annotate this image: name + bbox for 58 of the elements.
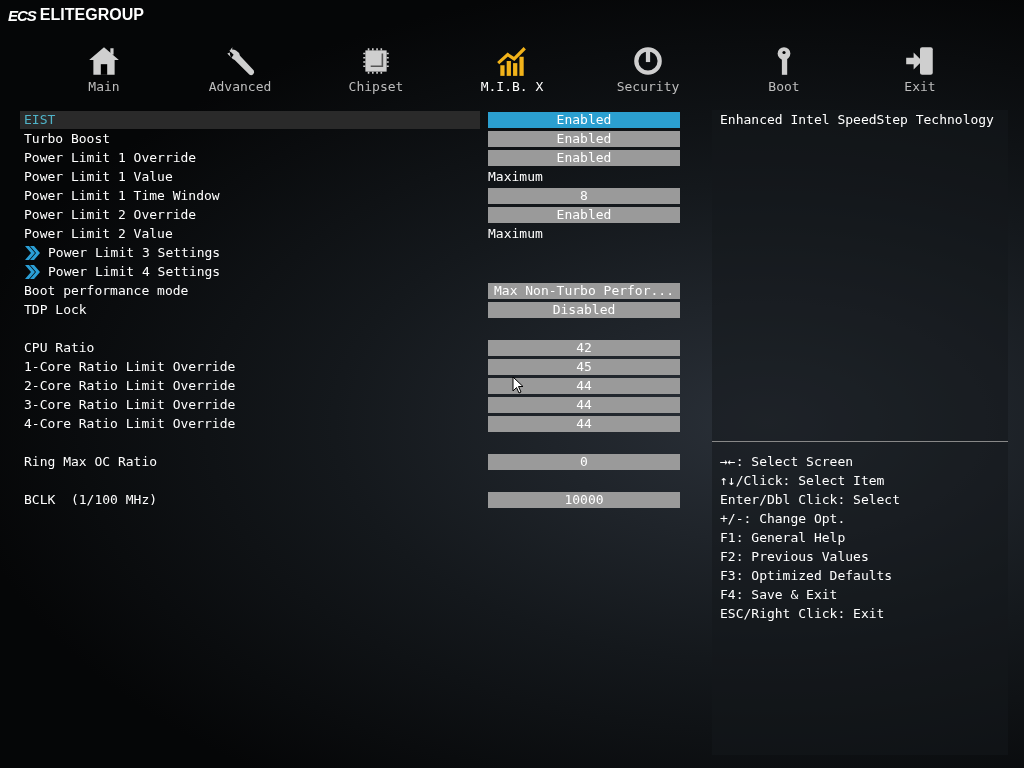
setting-label: CPU Ratio: [23, 339, 96, 357]
key-hint: F1: General Help: [720, 529, 847, 547]
option-value-field[interactable]: 8: [488, 187, 680, 204]
option-value-field[interactable]: 44: [488, 396, 680, 413]
key-hint: +/-: Change Opt.: [720, 510, 847, 528]
key-hint: ↑↓/Click: Select Item: [720, 472, 886, 490]
menu-tab[interactable]: Main: [36, 26, 172, 104]
setting-label: 4-Core Ratio Limit Override: [23, 415, 237, 433]
key-hint: F2: Previous Values: [720, 548, 870, 566]
key-hint: ESC/Right Click: Exit: [720, 605, 886, 623]
option-value-field[interactable]: Enabled: [488, 206, 680, 223]
setting-label: BCLK (1/100 MHz): [23, 491, 159, 509]
option-value-field[interactable]: 42: [488, 339, 680, 356]
menu-tab[interactable]: Chipset: [308, 26, 444, 104]
menu-tab[interactable]: Security: [580, 26, 716, 104]
brand-name: ELITEGROUP: [39, 6, 144, 24]
option-value-field[interactable]: Enabled: [488, 130, 680, 147]
setting-label: Power Limit 1 Override: [23, 149, 198, 167]
setting-label: Boot performance mode: [23, 282, 190, 300]
setting-value: Maximum: [488, 169, 544, 184]
menu-tab[interactable]: Boot: [716, 26, 852, 104]
option-value-field[interactable]: 0: [488, 453, 680, 470]
option-value-field[interactable]: 44: [488, 377, 680, 394]
setting-label: 2-Core Ratio Limit Override: [23, 377, 237, 395]
setting-label: Power Limit 2 Override: [23, 206, 198, 224]
key-hint: F3: Optimized Defaults: [720, 567, 894, 585]
mouse-pointer-icon: [512, 376, 524, 394]
double-chevron-icon: [24, 264, 40, 279]
setting-label: Ring Max OC Ratio: [23, 453, 159, 471]
menu-tab[interactable]: Advanced: [172, 26, 308, 104]
double-chevron-icon: [24, 245, 40, 260]
option-value-field[interactable]: Max Non-Turbo Perfor...: [488, 282, 680, 299]
menu-tab[interactable]: Exit: [852, 26, 988, 104]
setting-label: EIST: [20, 110, 480, 129]
option-value-field[interactable]: Disabled: [488, 301, 680, 318]
key-hint: →←: Select Screen: [720, 453, 855, 471]
setting-label: Power Limit 1 Value: [23, 168, 174, 186]
help-description: Enhanced Intel SpeedStep Technology: [719, 111, 995, 129]
submenu-link[interactable]: Power Limit 3 Settings: [20, 243, 480, 262]
menu-tab[interactable]: M.I.B. X: [444, 26, 580, 104]
logo: ECS: [8, 6, 36, 24]
chart-icon: [495, 44, 529, 78]
option-value-field[interactable]: 44: [488, 415, 680, 432]
setting-label: Turbo Boost: [23, 130, 112, 148]
setting-value: Maximum: [488, 226, 544, 241]
setting-label: Power Limit 1 Time Window: [23, 187, 221, 205]
key-hint: Enter/Dbl Click: Select: [720, 491, 901, 509]
option-value-field[interactable]: Enabled: [488, 149, 680, 166]
option-value-field[interactable]: 10000: [488, 491, 680, 508]
setting-label: 3-Core Ratio Limit Override: [23, 396, 237, 414]
option-value-field[interactable]: 45: [488, 358, 680, 375]
setting-label: Power Limit 2 Value: [23, 225, 174, 243]
setting-label: 1-Core Ratio Limit Override: [23, 358, 237, 376]
key-hint: F4: Save & Exit: [720, 586, 839, 604]
submenu-link[interactable]: Power Limit 4 Settings: [20, 262, 480, 281]
option-value-field[interactable]: Enabled: [488, 111, 680, 128]
setting-label: TDP Lock: [23, 301, 88, 319]
power-icon: [631, 44, 665, 78]
